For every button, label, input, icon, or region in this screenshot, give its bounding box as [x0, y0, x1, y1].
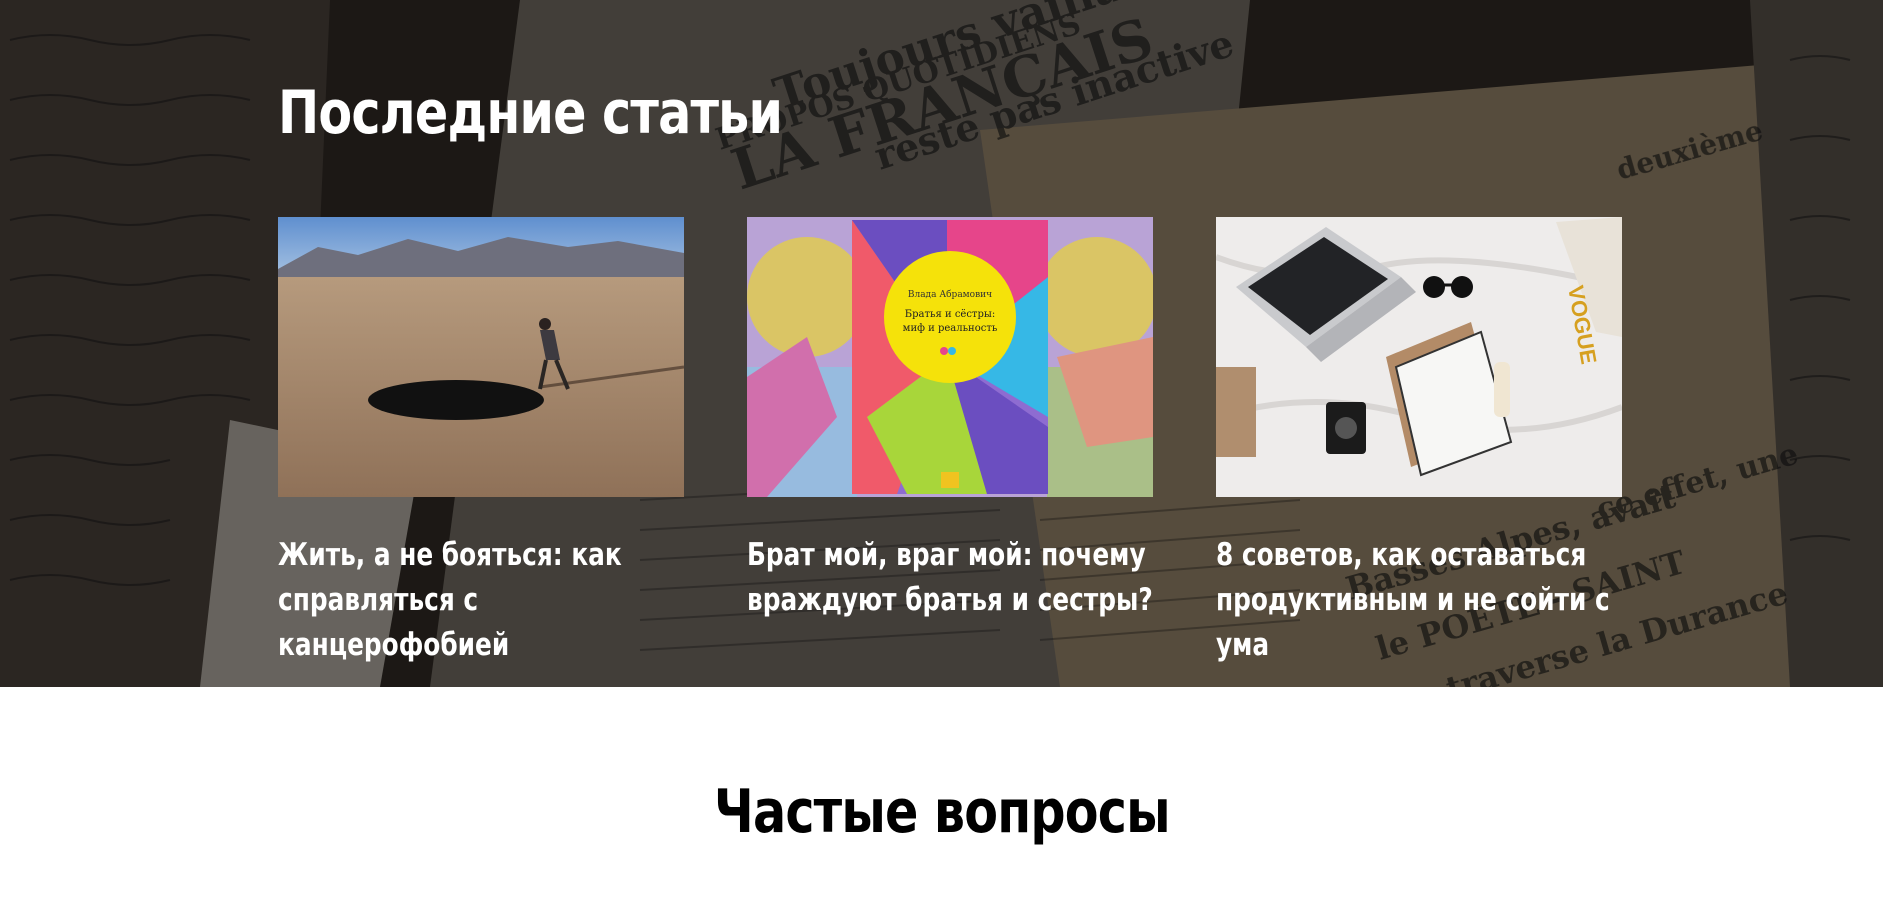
- article-title-link[interactable]: 8 советов, как оставаться продуктивным и…: [1216, 533, 1622, 668]
- svg-text:Братья и сёстры:: Братья и сёстры:: [905, 309, 995, 320]
- faq-section: Частые вопросы: [0, 687, 1883, 924]
- faq-title: Частые вопросы: [0, 777, 1883, 847]
- cover-author: Влада Абрамович: [908, 289, 992, 300]
- article-image-desert[interactable]: [278, 217, 684, 497]
- article-card: Влада Абрамович Братья и сёстры: миф и р…: [747, 217, 1153, 623]
- latest-articles-section: LA FRANÇAIS Toujours vaillants PROPOS QU…: [0, 0, 1883, 687]
- article-card: VOGUE 8 советов, как оставаться продукти…: [1216, 217, 1622, 668]
- article-title-link[interactable]: Брат мой, враг мой: почему враждуют брат…: [747, 533, 1153, 623]
- svg-text:миф и реальность: миф и реальность: [903, 323, 998, 334]
- article-image-book-cover[interactable]: Влада Абрамович Братья и сёстры: миф и р…: [747, 217, 1153, 497]
- article-card: Жить, а не бояться: как справляться с ка…: [278, 217, 684, 668]
- faq-title-text: Частые вопросы: [713, 777, 1171, 847]
- article-title-link[interactable]: Жить, а не бояться: как справляться с ка…: [278, 533, 684, 668]
- article-image-laptop[interactable]: VOGUE: [1216, 217, 1622, 497]
- latest-articles-title: Последние статьи: [278, 78, 783, 148]
